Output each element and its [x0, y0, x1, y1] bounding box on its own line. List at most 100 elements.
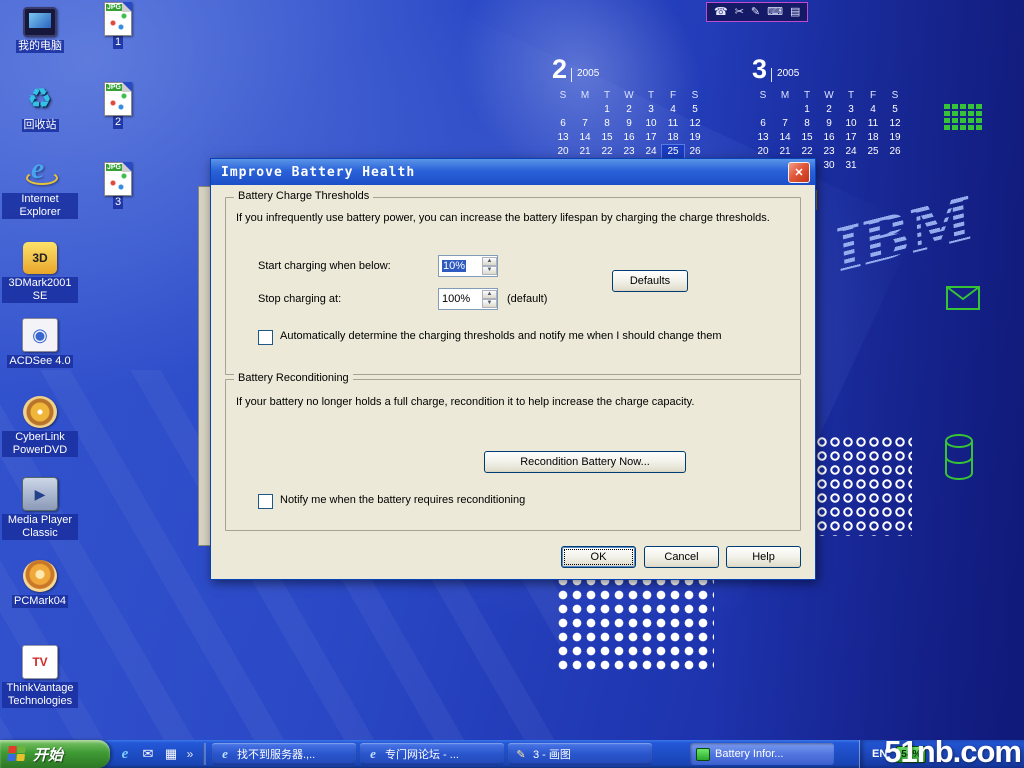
file-icon-column: 1 2 3: [94, 0, 142, 400]
calendar-day: 14: [774, 131, 796, 144]
calendar-day: 7: [774, 117, 796, 130]
desktop-icon-my-computer[interactable]: 我的电脑: [2, 4, 78, 53]
desktop-icon-mpc[interactable]: Media Player Classic: [2, 477, 78, 540]
calendar-day: [574, 103, 596, 116]
calendar-header: 22005: [552, 56, 712, 82]
cancel-button[interactable]: Cancel: [644, 546, 719, 568]
start-threshold-value[interactable]: 10%: [439, 260, 482, 272]
keyboard-icon[interactable]: ⌨: [767, 4, 783, 20]
calendar-day: 21: [774, 145, 796, 158]
stop-threshold-spinner[interactable]: 100% ▲ ▼: [438, 288, 498, 310]
battery-reconditioning-group: Battery Reconditioning If your battery n…: [225, 379, 801, 531]
stop-charging-label: Stop charging at:: [258, 293, 341, 305]
chevron-icon[interactable]: »: [185, 745, 195, 763]
notify-reconditioning-row: Notify me when the battery requires reco…: [258, 494, 525, 509]
desktop-icon-pcmark[interactable]: PCMark04: [2, 560, 78, 608]
desktop-icon-label: ThinkVantage Technologies: [2, 682, 78, 708]
battery-icon: [696, 748, 710, 761]
calendar-day: 5: [884, 103, 906, 116]
calendar-day: 17: [640, 131, 662, 144]
paint-icon: ✎: [514, 747, 528, 761]
desktop-icon-thinkvantage[interactable]: ThinkVantage Technologies: [2, 645, 78, 708]
phone-icon[interactable]: ☎: [714, 4, 728, 20]
calendar-day: 25: [862, 145, 884, 158]
envelope-deco-icon: [946, 286, 980, 315]
outlook-express-icon[interactable]: ✉: [139, 745, 157, 763]
pen-icon[interactable]: ✎: [751, 4, 760, 20]
calendar-day: 11: [662, 117, 684, 130]
calendar-day: 1: [596, 103, 618, 116]
scissors-icon[interactable]: ✂: [735, 4, 744, 20]
desktop-icon-powerdvd[interactable]: CyberLink PowerDVD: [2, 396, 78, 457]
recondition-battery-button[interactable]: Recondition Battery Now...: [484, 451, 686, 473]
calendar-header: 3 2005: [752, 56, 912, 82]
recycle-bin-icon: [23, 84, 57, 116]
calendar-day-header: M: [574, 89, 596, 102]
desktop-icon-3dmark[interactable]: 3DMark2001 SE: [2, 242, 78, 303]
desktop-icon-label: 我的电脑: [16, 40, 64, 53]
calendar-year: 2005: [771, 68, 799, 82]
auto-thresholds-checkbox[interactable]: [258, 330, 273, 345]
calendar-day: [552, 103, 574, 116]
calendar-day: 22: [796, 145, 818, 158]
calendar-day: [774, 103, 796, 116]
calendar-day-header: S: [752, 89, 774, 102]
auto-thresholds-row: Automatically determine the charging thr…: [258, 330, 721, 345]
calendar-month-2: 22005SMTWTFS1234567891011121314151617181…: [552, 56, 712, 172]
start-button[interactable]: 开始: [0, 740, 110, 768]
ie-icon: e: [366, 747, 380, 761]
notes-icon[interactable]: ▤: [790, 4, 800, 20]
file-icon-2[interactable]: 2: [94, 82, 142, 129]
file-icon-3[interactable]: 3: [94, 162, 142, 209]
calendar-day: 8: [596, 117, 618, 130]
show-desktop-icon[interactable]: ▦: [162, 745, 180, 763]
start-threshold-spinner[interactable]: 10% ▲ ▼: [438, 255, 498, 277]
quick-launch-bar: e ✉ ▦ »: [110, 740, 201, 768]
calendar-day: 16: [618, 131, 640, 144]
taskbar-task[interactable]: e找不到服务器.,..: [212, 743, 356, 765]
battery-health-dialog: Improve Battery Health ✕ Battery Charge …: [210, 158, 816, 580]
calendar-day-header: T: [596, 89, 618, 102]
close-icon[interactable]: ✕: [788, 162, 810, 183]
file-icon-1[interactable]: 1: [94, 2, 142, 49]
desktop-icon-ie[interactable]: Internet Explorer: [2, 158, 78, 219]
ie-icon: [23, 158, 57, 190]
calendar-day: 21: [574, 145, 596, 158]
internet-explorer-icon[interactable]: e: [116, 745, 134, 763]
calendar-day: 20: [752, 145, 774, 158]
pcmark-icon: [23, 560, 57, 592]
calendar-day: 6: [552, 117, 574, 130]
notify-reconditioning-checkbox[interactable]: [258, 494, 273, 509]
spin-up-icon[interactable]: ▲: [482, 257, 497, 266]
calendar-day: 18: [662, 131, 684, 144]
calendar-day: 24: [640, 145, 662, 158]
calendar-day: 3: [640, 103, 662, 116]
jpg-file-icon: [104, 2, 132, 36]
stop-threshold-value[interactable]: 100%: [439, 293, 482, 305]
calendar-day: 13: [752, 131, 774, 144]
taskbar-task[interactable]: e专门网论坛 - ...: [360, 743, 504, 765]
calendar-day: 9: [818, 117, 840, 130]
spin-down-icon[interactable]: ▼: [482, 299, 497, 308]
start-charging-label: Start charging when below:: [258, 260, 391, 272]
desktop-icon-acdsee[interactable]: ACDSee 4.0: [2, 318, 78, 368]
taskbar-task[interactable]: ✎3 - 画图: [508, 743, 652, 765]
acdsee-icon: [22, 318, 58, 352]
calendar-day: 19: [684, 131, 706, 144]
ok-button[interactable]: OK: [561, 546, 636, 568]
help-button[interactable]: Help: [726, 546, 801, 568]
powerdvd-icon: [23, 396, 57, 428]
dialog-title-bar[interactable]: Improve Battery Health ✕: [211, 159, 815, 185]
spin-down-icon[interactable]: ▼: [482, 266, 497, 275]
calendar-day-header: M: [774, 89, 796, 102]
mpc-icon: [22, 477, 58, 511]
spin-up-icon[interactable]: ▲: [482, 290, 497, 299]
calendar-day: 10: [840, 117, 862, 130]
desktop-icon-recycle-bin[interactable]: 回收站: [2, 84, 78, 132]
dialog-body: Battery Charge Thresholds If you infrequ…: [211, 185, 815, 579]
calendar-month-number: 3: [752, 56, 767, 82]
calendar-day-header: W: [818, 89, 840, 102]
calendar-day: 15: [796, 131, 818, 144]
taskbar-task[interactable]: Battery Infor...: [690, 743, 834, 765]
defaults-button[interactable]: Defaults: [612, 270, 688, 292]
